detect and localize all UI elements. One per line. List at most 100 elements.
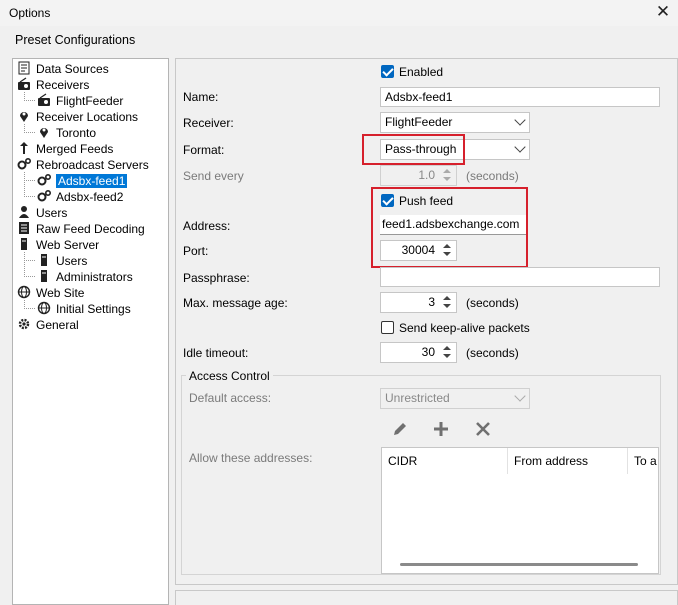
tree-item-administrators[interactable]: Administrators <box>37 269 133 285</box>
column-header-to-address[interactable]: To a <box>628 448 658 474</box>
push-feed-highlight-box <box>371 187 528 268</box>
send-every-spinner[interactable]: 1.0 <box>380 165 457 186</box>
spinner-buttons <box>440 344 455 361</box>
idle-timeout-label: Idle timeout: <box>183 346 249 360</box>
tree-item-toronto[interactable]: Toronto <box>37 125 96 141</box>
tree-item-merged-feeds[interactable]: Merged Feeds <box>17 141 113 157</box>
globe-icon <box>37 301 51 315</box>
tree-item-label: Web Server <box>36 238 100 252</box>
tree-item-flightfeeder[interactable]: FlightFeeder <box>37 93 123 109</box>
chevron-down-icon <box>514 390 526 402</box>
tree-item-label: Receivers <box>36 78 90 92</box>
tree-item-adsbx-feed1[interactable]: Adsbx-feed1 <box>37 173 128 189</box>
server-icon <box>21 238 27 250</box>
spinner-buttons <box>440 167 455 184</box>
location-pin-icon <box>40 128 48 138</box>
tree-item-rebroadcast-servers[interactable]: Rebroadcast Servers <box>17 157 149 173</box>
tree-item-web-users[interactable]: Users <box>37 253 87 269</box>
tree-item-receivers[interactable]: Receivers <box>17 77 89 93</box>
allow-addresses-label: Allow these addresses: <box>189 451 313 465</box>
max-message-age-value: 3 <box>428 295 435 309</box>
tree-item-web-site[interactable]: Web Site <box>17 285 84 301</box>
max-message-age-spinner[interactable]: 3 <box>380 292 457 313</box>
tree-item-web-server[interactable]: Web Server <box>17 237 99 253</box>
arrow-down-icon[interactable] <box>443 177 451 181</box>
allowed-addresses-table[interactable]: CIDR From address To a <box>381 447 659 574</box>
enabled-label: Enabled <box>399 65 444 79</box>
tree-item-initial-settings[interactable]: Initial Settings <box>37 301 131 317</box>
tree-item-label: Initial Settings <box>56 302 131 316</box>
max-message-age-label: Max. message age: <box>183 296 288 310</box>
tree-item-raw-feed-decoding[interactable]: Raw Feed Decoding <box>17 221 145 237</box>
plus-icon[interactable] <box>433 421 449 437</box>
passphrase-input[interactable] <box>380 267 660 287</box>
arrow-up-icon[interactable] <box>443 169 451 173</box>
format-label: Format: <box>183 143 225 157</box>
name-input[interactable]: Adsbx-feed1 <box>380 87 660 107</box>
idle-timeout-value: 30 <box>421 345 435 359</box>
tree-item-general[interactable]: General <box>17 317 79 333</box>
tree-item-receiver-locations[interactable]: Receiver Locations <box>17 109 138 125</box>
name-label: Name: <box>183 90 219 104</box>
chevron-down-icon <box>514 114 526 126</box>
radio-icon <box>18 77 30 90</box>
format-highlight-box <box>362 134 465 165</box>
gears-icon <box>17 158 31 170</box>
tree-item-label: Rebroadcast Servers <box>36 158 149 172</box>
bottom-panel <box>175 590 678 605</box>
tree-item-label: Receiver Locations <box>36 110 139 124</box>
x-icon[interactable] <box>475 421 491 437</box>
globe-icon <box>17 285 31 299</box>
idle-timeout-spinner[interactable]: 30 <box>380 342 457 363</box>
tree-item-label: Adsbx-feed1 <box>56 174 128 188</box>
receiver-value: FlightFeeder <box>385 115 453 129</box>
tree-item-label: Users <box>36 206 68 220</box>
tree-item-label: Merged Feeds <box>36 142 114 156</box>
enabled-checkbox[interactable] <box>381 65 394 78</box>
default-access-select[interactable]: Unrestricted <box>380 388 530 409</box>
arrow-down-icon[interactable] <box>443 304 451 308</box>
tree-item-adsbx-feed2[interactable]: Adsbx-feed2 <box>37 189 123 205</box>
options-tree[interactable]: Data Sources Receivers FlightFeeder Rece… <box>12 58 169 605</box>
preset-configurations-menu[interactable]: Preset Configurations <box>15 33 135 47</box>
horizontal-scrollbar[interactable] <box>400 563 638 566</box>
idle-timeout-unit: (seconds) <box>466 346 519 360</box>
keep-alive-checkbox[interactable] <box>381 321 394 334</box>
arrow-up-icon[interactable] <box>443 296 451 300</box>
user-icon <box>19 206 29 218</box>
receiver-label: Receiver: <box>183 116 234 130</box>
port-label: Port: <box>183 244 209 258</box>
server-icon <box>41 270 47 282</box>
arrow-down-icon[interactable] <box>443 354 451 358</box>
tree-item-label: Administrators <box>56 270 133 284</box>
document-lines-icon <box>19 222 29 234</box>
window-title: Options <box>9 6 51 20</box>
default-access-label: Default access: <box>189 391 272 405</box>
location-pin-icon <box>20 112 28 122</box>
tree-item-label: General <box>36 318 79 332</box>
pencil-icon[interactable] <box>392 421 408 437</box>
gear-icon <box>18 318 30 330</box>
radio-icon <box>38 93 50 106</box>
column-header-from-address[interactable]: From address <box>508 448 628 474</box>
tree-item-label: Raw Feed Decoding <box>36 222 145 236</box>
gears-icon <box>37 190 51 202</box>
spinner-buttons <box>440 294 455 311</box>
tree-item-label: FlightFeeder <box>56 94 124 108</box>
tree-item-label: Adsbx-feed2 <box>56 190 124 204</box>
gears-icon <box>37 174 51 186</box>
tree-item-label: Data Sources <box>36 62 109 76</box>
merge-arrows-icon <box>20 142 28 154</box>
tree-item-users[interactable]: Users <box>17 205 67 221</box>
receiver-select[interactable]: FlightFeeder <box>380 112 530 133</box>
passphrase-label: Passphrase: <box>183 271 250 285</box>
column-header-cidr[interactable]: CIDR <box>382 448 508 474</box>
tree-item-data-sources[interactable]: Data Sources <box>17 61 109 77</box>
tree-item-label: Toronto <box>56 126 97 140</box>
title-bar <box>0 0 678 26</box>
arrow-up-icon[interactable] <box>443 346 451 350</box>
tree-item-label: Web Site <box>36 286 85 300</box>
tree-item-label: Users <box>56 254 88 268</box>
close-icon[interactable]: ✕ <box>654 3 672 21</box>
send-every-label: Send every <box>183 169 244 183</box>
